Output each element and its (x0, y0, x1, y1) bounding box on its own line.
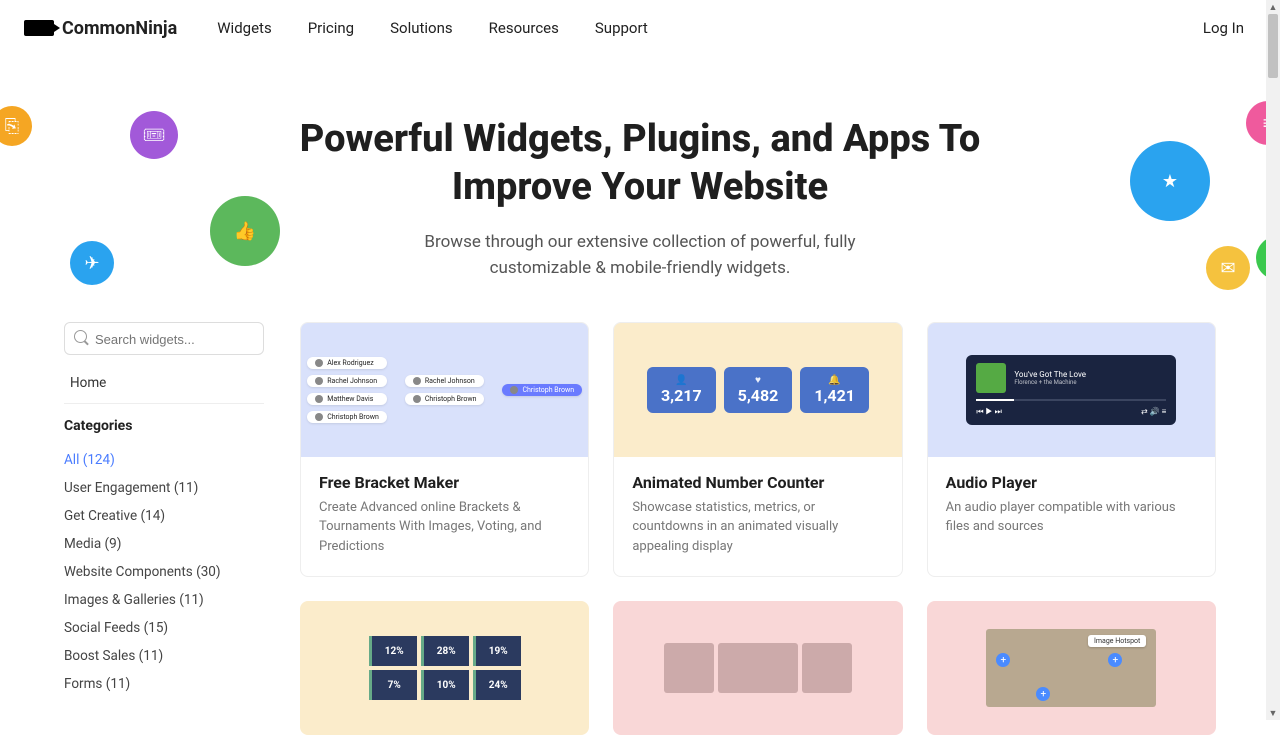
hero-subtitle: Browse through our extensive collection … (380, 229, 900, 282)
scrollbar-thumb[interactable] (1268, 14, 1278, 78)
scroll-up-icon[interactable]: ▲ (1266, 0, 1280, 14)
widget-grid: Alex Rodriguez Rachel Johnson Matthew Davi… (300, 322, 1216, 735)
category-item[interactable]: Media (9) (64, 530, 264, 558)
bar-cell: 28% (421, 636, 469, 666)
bell-icon: 🔔 (814, 375, 855, 386)
main-content: Home Categories All (124)User Engagement… (0, 322, 1280, 735)
counter-value: 1,421 (814, 386, 855, 405)
album-art-icon (976, 363, 1006, 393)
card-bracket-maker[interactable]: Alex Rodriguez Rachel Johnson Matthew Davi… (300, 322, 589, 578)
counter-value: 3,217 (661, 386, 702, 405)
categories-list: All (124)User Engagement (11)Get Creativ… (64, 446, 264, 698)
message-icon: ✉ (1206, 246, 1250, 290)
card-number-counter[interactable]: 👤3,217 ♥5,482 🔔1,421 Animated Number Cou… (613, 322, 902, 578)
bar-cell: 19% (473, 636, 521, 666)
gallery-thumb (802, 643, 852, 693)
card-bars[interactable]: 12%28%19% 7%10%24% (300, 601, 589, 735)
logo[interactable]: CommonNinja (24, 18, 177, 39)
card-media: 👤3,217 ♥5,482 🔔1,421 (614, 323, 901, 457)
header: CommonNinja Widgets Pricing Solutions Re… (0, 0, 1280, 56)
search-box[interactable] (64, 322, 264, 355)
gallery-thumb (718, 643, 798, 693)
hero: ⎘ 🎟 👍 ✈ ★ ≡ ✉ ✆ Powerful Widgets, Plugin… (0, 56, 1280, 322)
bar-cell: 7% (369, 670, 417, 700)
bracket-chip: Christoph Brown (502, 384, 582, 396)
gallery-thumb (664, 643, 714, 693)
track-artist: Florence + the Machine (1014, 379, 1086, 386)
user-icon: 👤 (661, 375, 702, 386)
category-item[interactable]: Boost Sales (11) (64, 642, 264, 670)
bar-cell: 10% (421, 670, 469, 700)
card-audio-player[interactable]: You've Got The Love Florence + the Machi… (927, 322, 1216, 578)
nav-widgets[interactable]: Widgets (217, 19, 271, 37)
category-item[interactable]: Forms (11) (64, 670, 264, 698)
hotspot-badge: Image Hotspot (1088, 635, 1146, 647)
logo-mark-icon (24, 20, 54, 36)
card-title: Animated Number Counter (632, 473, 883, 492)
cards-icon: ★ (1130, 141, 1210, 221)
bar-cell: 24% (473, 670, 521, 700)
bracket-chip: Christoph Brown (405, 393, 485, 405)
heart-icon: ♥ (738, 375, 779, 386)
nav-resources[interactable]: Resources (489, 19, 559, 37)
play-controls-icon: ⏮ ▶ ⏭ (976, 407, 1002, 417)
sidebar: Home Categories All (124)User Engagement… (64, 322, 264, 735)
feedback-icon: 👍 (210, 196, 280, 266)
card-desc: Create Advanced online Brackets & Tourna… (319, 498, 570, 557)
scroll-down-icon[interactable]: ▼ (1266, 706, 1280, 720)
card-title: Free Bracket Maker (319, 473, 570, 492)
decor-icon: ⎘ (0, 106, 32, 146)
category-item[interactable]: Website Components (30) (64, 558, 264, 586)
bracket-chip: Rachel Johnson (307, 375, 387, 387)
card-media: You've Got The Love Florence + the Machi… (928, 323, 1215, 457)
audio-options-icon: ⇄ 🔊 ≡ (1141, 407, 1166, 416)
card-desc: Showcase statistics, metrics, or countdo… (632, 498, 883, 557)
card-media (613, 601, 902, 735)
brand-name: CommonNinja (62, 18, 177, 39)
search-input[interactable] (95, 332, 253, 347)
card-gallery[interactable] (613, 601, 902, 735)
track-title: You've Got The Love (1014, 370, 1086, 379)
bracket-chip: Christoph Brown (307, 411, 387, 423)
counter-value: 5,482 (738, 386, 779, 405)
bracket-chip: Matthew Davis (307, 393, 387, 405)
category-item[interactable]: All (124) (64, 446, 264, 474)
card-hotspot[interactable]: Image Hotspot + + + (927, 601, 1216, 735)
card-media: Alex Rodriguez Rachel Johnson Matthew Davi… (301, 323, 588, 457)
nav-solutions[interactable]: Solutions (390, 19, 453, 37)
sidebar-home[interactable]: Home (64, 369, 264, 404)
main-nav: Widgets Pricing Solutions Resources Supp… (217, 19, 1203, 37)
category-item[interactable]: Get Creative (14) (64, 502, 264, 530)
card-media: Image Hotspot + + + (927, 601, 1216, 735)
search-icon (74, 330, 87, 343)
card-desc: An audio player compatible with various … (946, 498, 1197, 537)
card-media: 12%28%19% 7%10%24% (300, 601, 589, 735)
nav-support[interactable]: Support (595, 19, 648, 37)
hero-title: Powerful Widgets, Plugins, and Apps To I… (290, 116, 990, 211)
ticket-icon: 🎟 (130, 111, 178, 159)
scrollbar[interactable]: ▲ ▼ (1266, 0, 1280, 720)
bar-cell: 12% (369, 636, 417, 666)
login-link[interactable]: Log In (1203, 19, 1244, 37)
bracket-chip: Alex Rodriguez (307, 357, 387, 369)
telegram-icon: ✈ (70, 241, 114, 285)
category-item[interactable]: Images & Galleries (11) (64, 586, 264, 614)
card-title: Audio Player (946, 473, 1197, 492)
category-item[interactable]: Social Feeds (15) (64, 614, 264, 642)
progress-bar (976, 399, 1166, 401)
bracket-chip: Rachel Johnson (405, 375, 485, 387)
nav-pricing[interactable]: Pricing (308, 19, 354, 37)
categories-title: Categories (64, 418, 264, 434)
category-item[interactable]: User Engagement (11) (64, 474, 264, 502)
